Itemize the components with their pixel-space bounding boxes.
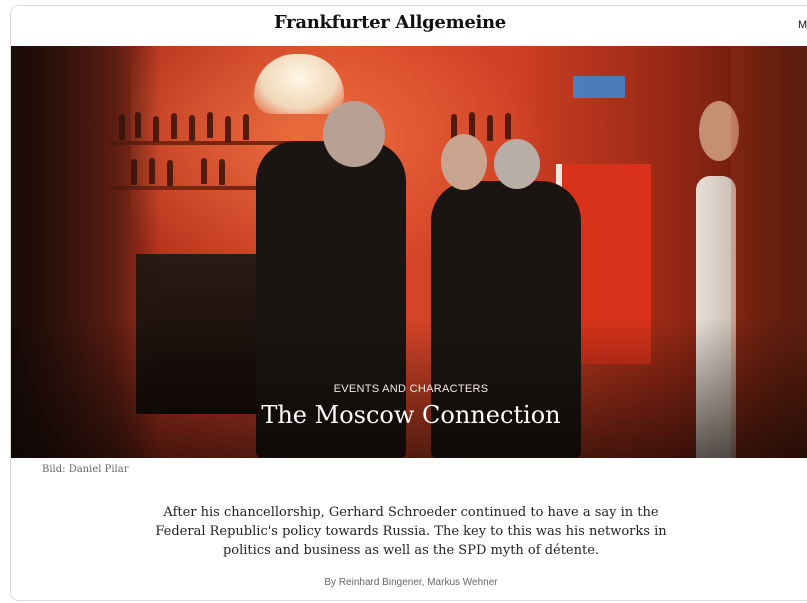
site-header: Frankfurter Allgemeine M [11, 6, 807, 46]
article-card[interactable]: Frankfurter Allgemeine M EVENTS AND CHAR… [10, 5, 807, 601]
menu-button[interactable]: M [798, 19, 807, 31]
image-credit: Bild: Daniel Pilar [42, 464, 129, 475]
bottle [243, 114, 249, 140]
bottle [201, 158, 207, 184]
bottle [487, 115, 493, 141]
bottle [505, 113, 511, 139]
bottle [207, 112, 213, 138]
guest-head [441, 134, 487, 190]
guest-head [323, 101, 385, 167]
site-logo[interactable]: Frankfurter Allgemeine [274, 12, 506, 33]
exit-sign [573, 76, 625, 98]
hero-image[interactable]: EVENTS AND CHARACTERS The Moscow Connect… [11, 46, 807, 458]
bottle [189, 115, 195, 141]
article-title[interactable]: The Moscow Connection [11, 401, 807, 429]
bottle [219, 159, 225, 185]
bottle [225, 116, 231, 142]
article-byline: By Reinhard Bingener, Markus Wehner [324, 577, 498, 588]
bottle [167, 160, 173, 186]
bottle [171, 113, 177, 139]
article-teaser[interactable]: After his chancellorship, Gerhard Schroe… [151, 503, 671, 560]
guest-head [494, 139, 540, 189]
article-kicker: EVENTS AND CHARACTERS [333, 383, 489, 395]
